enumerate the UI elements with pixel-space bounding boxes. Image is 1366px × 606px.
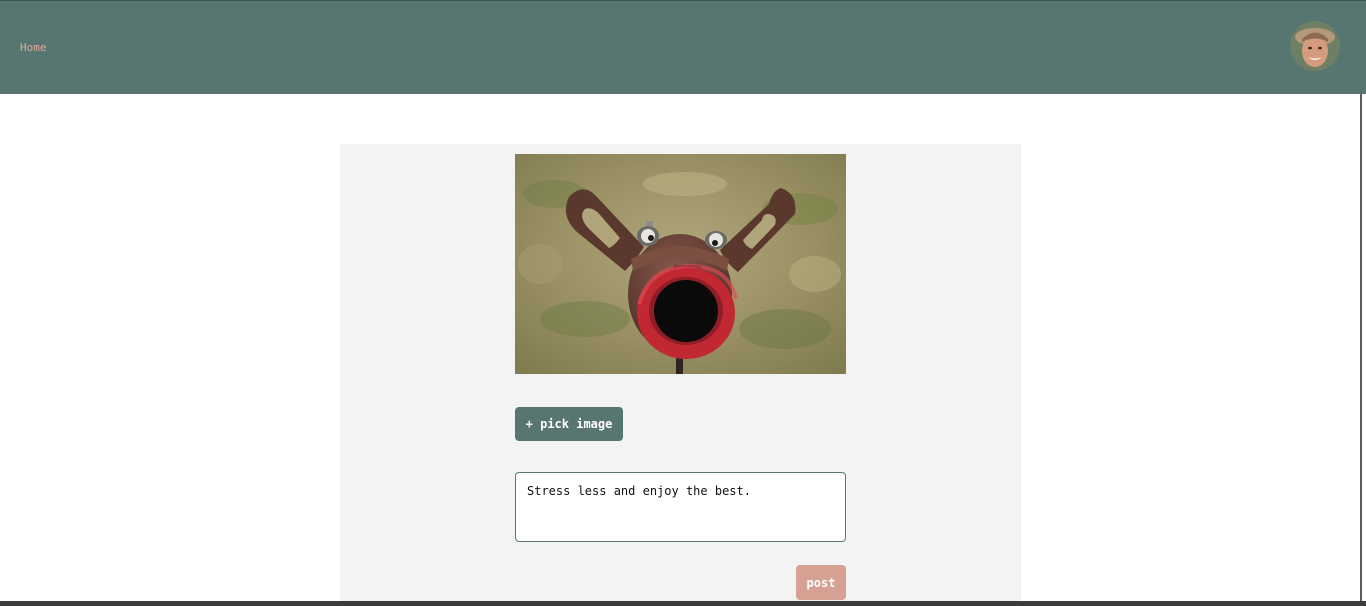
post-button[interactable]: post bbox=[796, 565, 846, 600]
pick-image-button[interactable]: + pick image bbox=[515, 407, 623, 441]
post-composer-panel: + pick image Stress less and enjoy the b… bbox=[340, 144, 1021, 606]
home-link[interactable]: Home bbox=[20, 41, 47, 54]
bottom-window-border bbox=[0, 601, 1366, 606]
uploaded-photo-preview-icon bbox=[515, 154, 846, 374]
page-scrollbar[interactable] bbox=[1360, 94, 1366, 606]
page: Home + pick image Stress less and enjoy … bbox=[0, 0, 1366, 606]
image-preview bbox=[515, 154, 846, 374]
top-navbar: Home bbox=[0, 0, 1366, 94]
caption-input[interactable]: Stress less and enjoy the best. bbox=[515, 472, 846, 542]
avatar-photo-icon bbox=[1290, 21, 1340, 71]
user-avatar-icon[interactable] bbox=[1290, 21, 1340, 71]
